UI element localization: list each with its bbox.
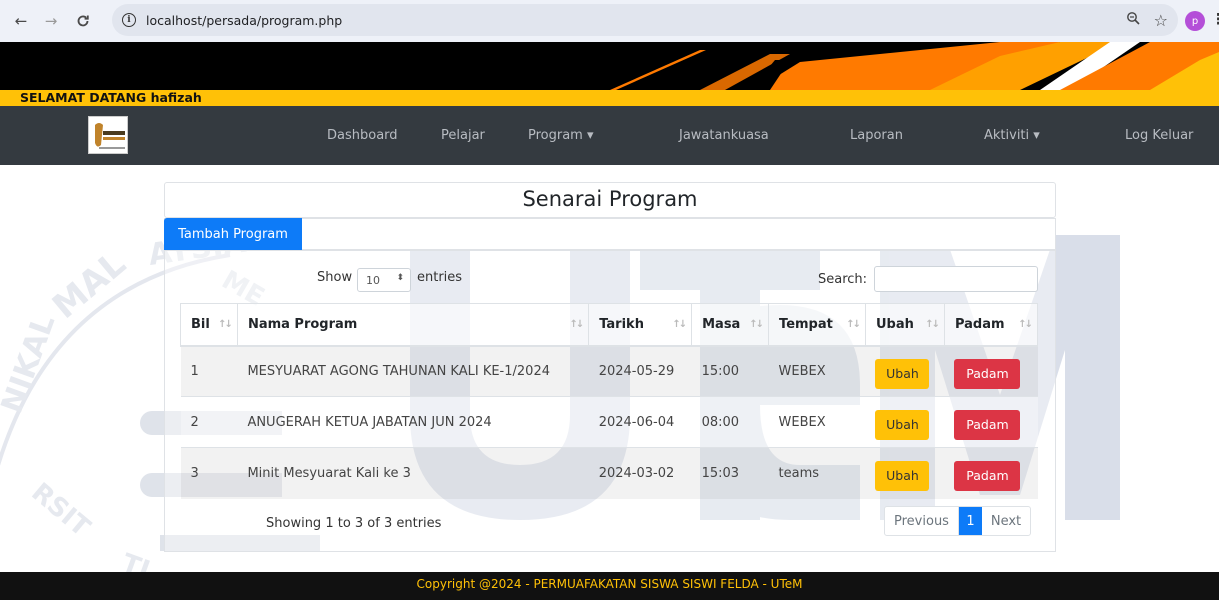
nav-log-keluar[interactable]: Log Keluar (1125, 128, 1193, 144)
show-label: Show (317, 270, 353, 285)
cell-tarikh: 2024-06-04 (588, 396, 692, 448)
sort-icon: ↑↓ (218, 319, 233, 330)
table-info: Showing 1 to 3 of 3 entries (266, 516, 442, 531)
edit-button[interactable]: Ubah (875, 359, 930, 390)
delete-button[interactable]: Padam (954, 359, 1021, 390)
delete-button[interactable]: Padam (954, 461, 1021, 492)
cell-tempat: WEBEX (768, 345, 866, 397)
cell-bil: 1 (180, 345, 238, 397)
pagination: Previous 1 Next (884, 506, 1031, 536)
page-title: Senarai Program (522, 187, 698, 211)
nav-pelajar[interactable]: Pelajar (441, 128, 485, 144)
browser-toolbar: ← → i localhost/persada/program.php ☆ p … (0, 0, 1219, 42)
cell-nama: ANUGERAH KETUA JABATAN JUN 2024 (237, 396, 589, 448)
table-row: 3 Minit Mesyuarat Kali ke 3 2024-03-02 1… (180, 447, 1038, 499)
nav-jawatankuasa[interactable]: Jawatankuasa (679, 128, 769, 144)
banner-stripes (610, 42, 1219, 90)
cell-padam: Padam (944, 447, 1038, 499)
table-row: 2 ANUGERAH KETUA JABATAN JUN 2024 2024-0… (180, 396, 1038, 448)
search-input[interactable] (874, 266, 1038, 292)
reload-icon[interactable] (72, 10, 94, 32)
col-tempat[interactable]: Tempat ↑↓ (768, 303, 866, 347)
delete-button[interactable]: Padam (954, 410, 1021, 440)
nav-dashboard[interactable]: Dashboard (327, 128, 398, 144)
site-logo[interactable] (88, 116, 128, 154)
cell-padam: Padam (944, 396, 1038, 448)
cell-nama: Minit Mesyuarat Kali ke 3 (237, 447, 589, 499)
cell-masa: 08:00 (691, 396, 769, 448)
header-banner (0, 42, 1219, 90)
svg-text:NIKAL: NIKAL (0, 310, 62, 418)
pagination-page-1[interactable]: 1 (959, 507, 982, 535)
address-bar[interactable]: i localhost/persada/program.php ☆ (112, 4, 1178, 36)
site-info-icon[interactable]: i (122, 13, 136, 27)
svg-text:TI: TI (118, 548, 154, 572)
welcome-bar: SELAMAT DATANG hafizah (0, 90, 1219, 106)
main-navbar: Dashboard Pelajar Program ▾ Jawatankuasa… (0, 106, 1219, 165)
col-tarikh[interactable]: Tarikh ↑↓ (588, 303, 693, 347)
edit-button[interactable]: Ubah (875, 461, 930, 492)
program-table: Bil ↑↓ Nama Program ↑↓ Tarikh ↑↓ Masa ↑↓ Tem… (180, 303, 1039, 499)
nav-aktiviti[interactable]: Aktiviti ▾ (984, 128, 1040, 144)
sort-icon: ↑↓ (569, 319, 584, 330)
col-nama-program[interactable]: Nama Program ↑↓ (236, 303, 590, 347)
cell-tempat: WEBEX (768, 396, 866, 448)
footer-copyright: Copyright @2024 - PERMUAFAKATAN SISWA SI… (416, 577, 803, 591)
cell-padam: Padam (944, 345, 1038, 397)
bookmark-star-icon[interactable]: ☆ (1154, 11, 1168, 30)
cell-ubah: Ubah (865, 447, 945, 499)
add-program-button[interactable]: Tambah Program (164, 218, 302, 250)
title-card: Senarai Program (164, 182, 1056, 218)
sort-icon: ↑↓ (925, 319, 940, 330)
cell-ubah: Ubah (865, 396, 945, 448)
pagination-previous[interactable]: Previous (885, 507, 959, 535)
svg-text:MAL: MAL (45, 244, 133, 327)
welcome-text: SELAMAT DATANG hafizah (20, 90, 202, 105)
footer: Copyright @2024 - PERMUAFAKATAN SISWA SI… (0, 572, 1219, 600)
pagination-next[interactable]: Next (982, 507, 1030, 535)
zoom-icon[interactable] (1126, 11, 1140, 29)
cell-masa: 15:00 (691, 345, 769, 397)
back-arrow-icon[interactable]: ← (10, 10, 32, 32)
cell-tarikh: 2024-05-29 (588, 345, 692, 397)
nav-program[interactable]: Program ▾ (528, 128, 594, 144)
entries-select[interactable]: 10 ⬍ (357, 268, 411, 292)
forward-arrow-icon[interactable]: → (40, 10, 62, 32)
table-header-row: Bil ↑↓ Nama Program ↑↓ Tarikh ↑↓ Masa ↑↓ Tem… (180, 303, 1039, 347)
search-label: Search: (818, 272, 868, 287)
sort-icon: ↑↓ (749, 319, 764, 330)
table-row: 1 MESYUARAT AGONG TAHUNAN KALI KE-1/2024… (180, 345, 1038, 397)
entries-select-value: 10 (366, 273, 380, 287)
cell-tempat: teams (768, 447, 866, 499)
col-bil[interactable]: Bil ↑↓ (180, 303, 238, 347)
nav-laporan[interactable]: Laporan (850, 128, 903, 144)
col-masa[interactable]: Masa ↑↓ (691, 303, 770, 347)
col-padam[interactable]: Padam ↑↓ (943, 303, 1039, 347)
profile-avatar-icon[interactable]: p (1185, 11, 1205, 31)
cell-bil: 3 (180, 447, 238, 499)
entries-label: entries (417, 270, 463, 285)
cell-bil: 2 (180, 396, 238, 448)
sort-icon: ↑↓ (846, 319, 861, 330)
add-program-row: Tambah Program (164, 218, 1056, 250)
col-ubah[interactable]: Ubah ↑↓ (864, 303, 945, 347)
browser-menu-icon[interactable]: ⋮ (1211, 10, 1219, 28)
edit-button[interactable]: Ubah (875, 410, 930, 440)
cell-tarikh: 2024-03-02 (588, 447, 692, 499)
sort-icon: ↑↓ (672, 319, 687, 330)
cell-masa: 15:03 (691, 447, 769, 499)
svg-text:RSIT: RSIT (26, 477, 96, 543)
sort-icon: ↑↓ (1018, 319, 1033, 330)
url-text: localhost/persada/program.php (146, 12, 343, 28)
cell-nama: MESYUARAT AGONG TAHUNAN KALI KE-1/2024 (237, 345, 589, 397)
cell-ubah: Ubah (865, 345, 945, 397)
select-arrow-icon: ⬍ (396, 273, 404, 283)
